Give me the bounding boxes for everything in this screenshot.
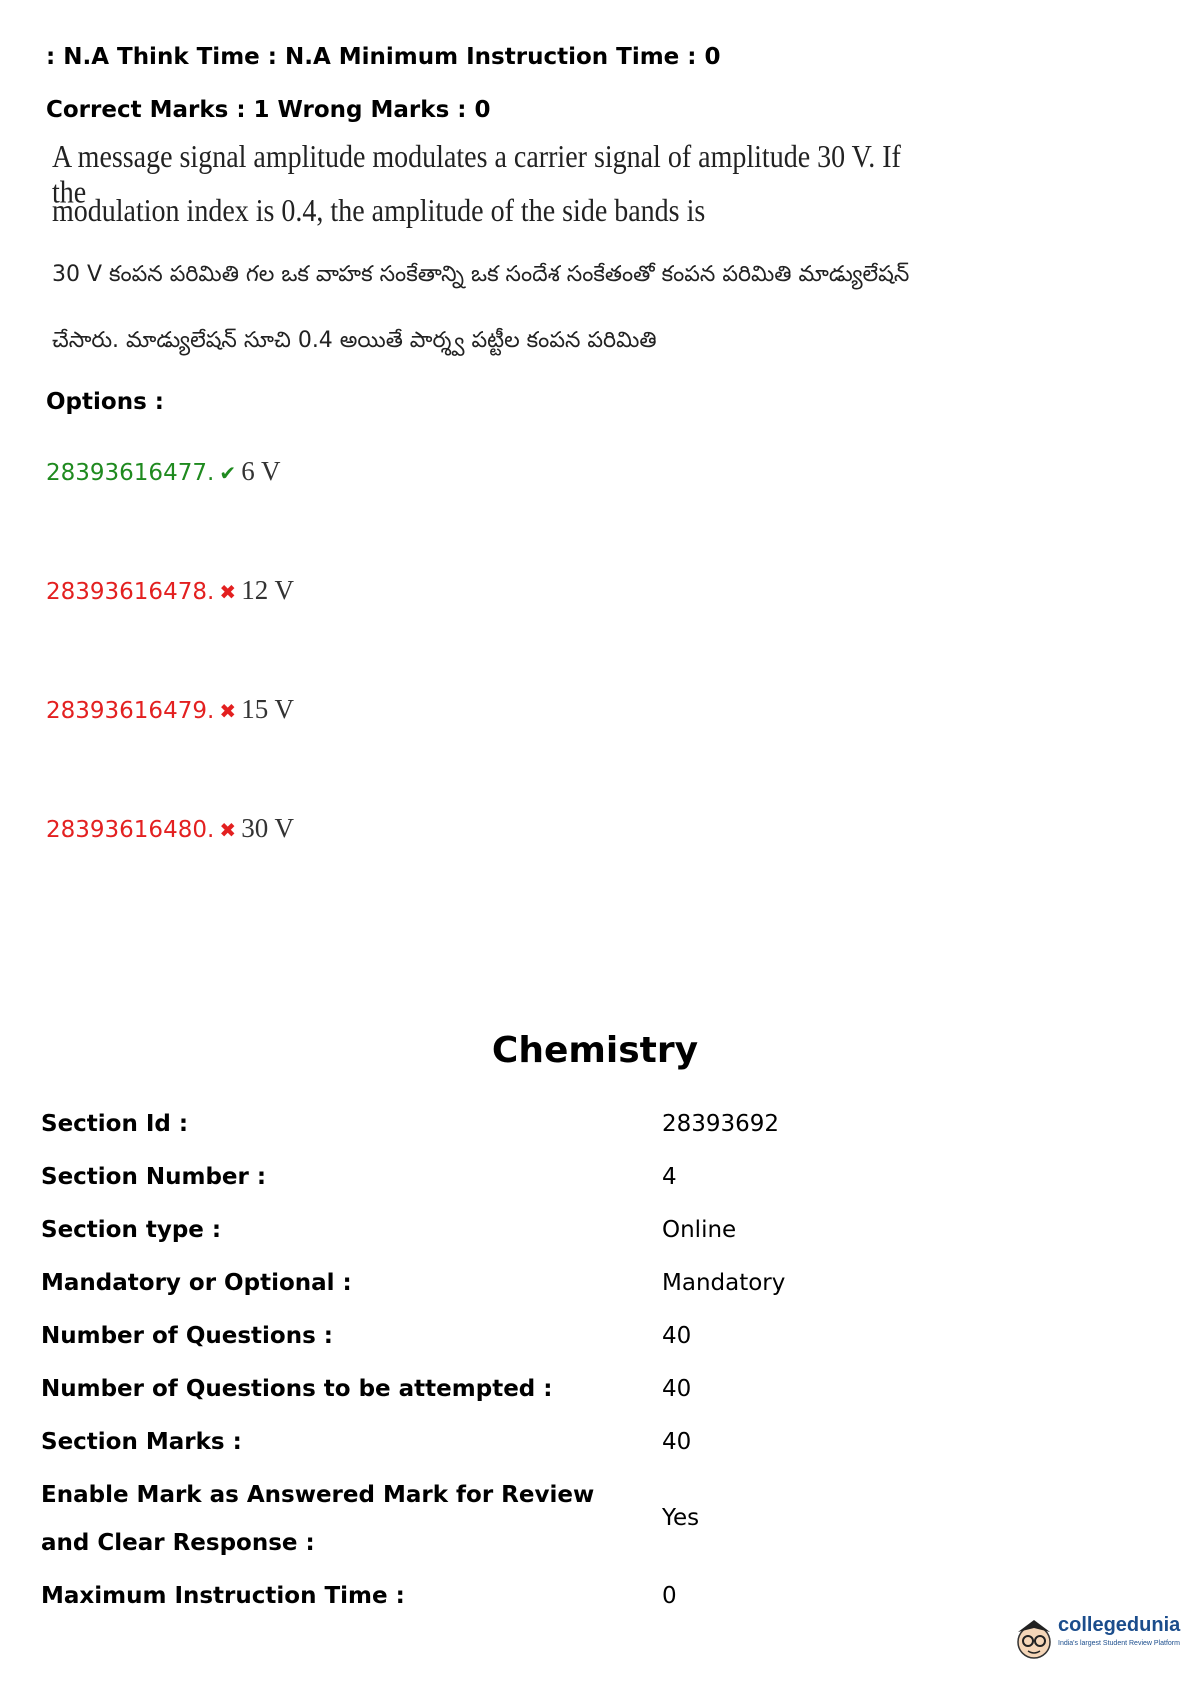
cross-icon: ✖ bbox=[219, 818, 237, 842]
enable-mark-value: Yes bbox=[662, 1505, 700, 1531]
option-id: 28393616477. bbox=[46, 460, 215, 486]
cross-icon: ✖ bbox=[219, 699, 237, 723]
section-type-value: Online bbox=[662, 1217, 737, 1243]
question-telugu-line-2: చేసారు. మాడ్యులేషన్ సూచి 0.4 అయితే పార్శ… bbox=[52, 328, 657, 353]
num-questions-value: 40 bbox=[662, 1323, 692, 1349]
section-id-value: 28393692 bbox=[662, 1111, 780, 1137]
option-3: 28393616479. ✖ 15 V bbox=[46, 694, 294, 725]
section-id-label: Section Id : bbox=[41, 1111, 189, 1137]
option-4: 28393616480. ✖ 30 V bbox=[46, 813, 294, 844]
options-label: Options : bbox=[46, 389, 164, 415]
option-value: 12 V bbox=[241, 575, 294, 605]
cross-icon: ✖ bbox=[219, 580, 237, 604]
num-attempt-value: 40 bbox=[662, 1376, 692, 1402]
section-type-label: Section type : bbox=[41, 1217, 222, 1243]
max-instruction-label: Maximum Instruction Time : bbox=[41, 1583, 405, 1609]
think-time-line: : N.A Think Time : N.A Minimum Instructi… bbox=[46, 44, 721, 70]
mandatory-label: Mandatory or Optional : bbox=[41, 1270, 352, 1296]
section-marks-label: Section Marks : bbox=[41, 1429, 242, 1455]
option-value: 15 V bbox=[241, 694, 294, 724]
option-id: 28393616480. bbox=[46, 817, 215, 843]
option-1: 28393616477. ✔ 6 V bbox=[46, 456, 281, 487]
section-number-label: Section Number : bbox=[41, 1164, 267, 1190]
option-value: 30 V bbox=[241, 813, 294, 843]
num-questions-label: Number of Questions : bbox=[41, 1323, 333, 1349]
option-id: 28393616479. bbox=[46, 698, 215, 724]
option-value: 6 V bbox=[241, 456, 281, 486]
section-title: Chemistry bbox=[491, 1030, 699, 1071]
enable-mark-label: Enable Mark as Answered Mark for Review … bbox=[41, 1482, 595, 1556]
option-2: 28393616478. ✖ 12 V bbox=[46, 575, 294, 606]
collegedunia-logo: collegedunia India's largest Student Rev… bbox=[1010, 1608, 1185, 1668]
logo-tagline: India's largest Student Review Platform bbox=[1058, 1640, 1180, 1647]
check-icon: ✔ bbox=[219, 461, 237, 485]
question-english-line-2: modulation index is 0.4, the amplitude o… bbox=[52, 194, 706, 229]
mandatory-value: Mandatory bbox=[662, 1270, 786, 1296]
num-attempt-label: Number of Questions to be attempted : bbox=[41, 1376, 553, 1402]
section-marks-value: 40 bbox=[662, 1429, 692, 1455]
logo-text: collegedunia bbox=[1058, 1614, 1181, 1636]
marks-line: Correct Marks : 1 Wrong Marks : 0 bbox=[46, 97, 491, 123]
max-instruction-value: 0 bbox=[662, 1583, 677, 1609]
question-telugu-line-1: 30 V కంపన పరిమితి గల ఒక వాహక సంకేతాన్ని … bbox=[52, 262, 910, 287]
section-number-value: 4 bbox=[662, 1164, 677, 1190]
option-id: 28393616478. bbox=[46, 579, 215, 605]
